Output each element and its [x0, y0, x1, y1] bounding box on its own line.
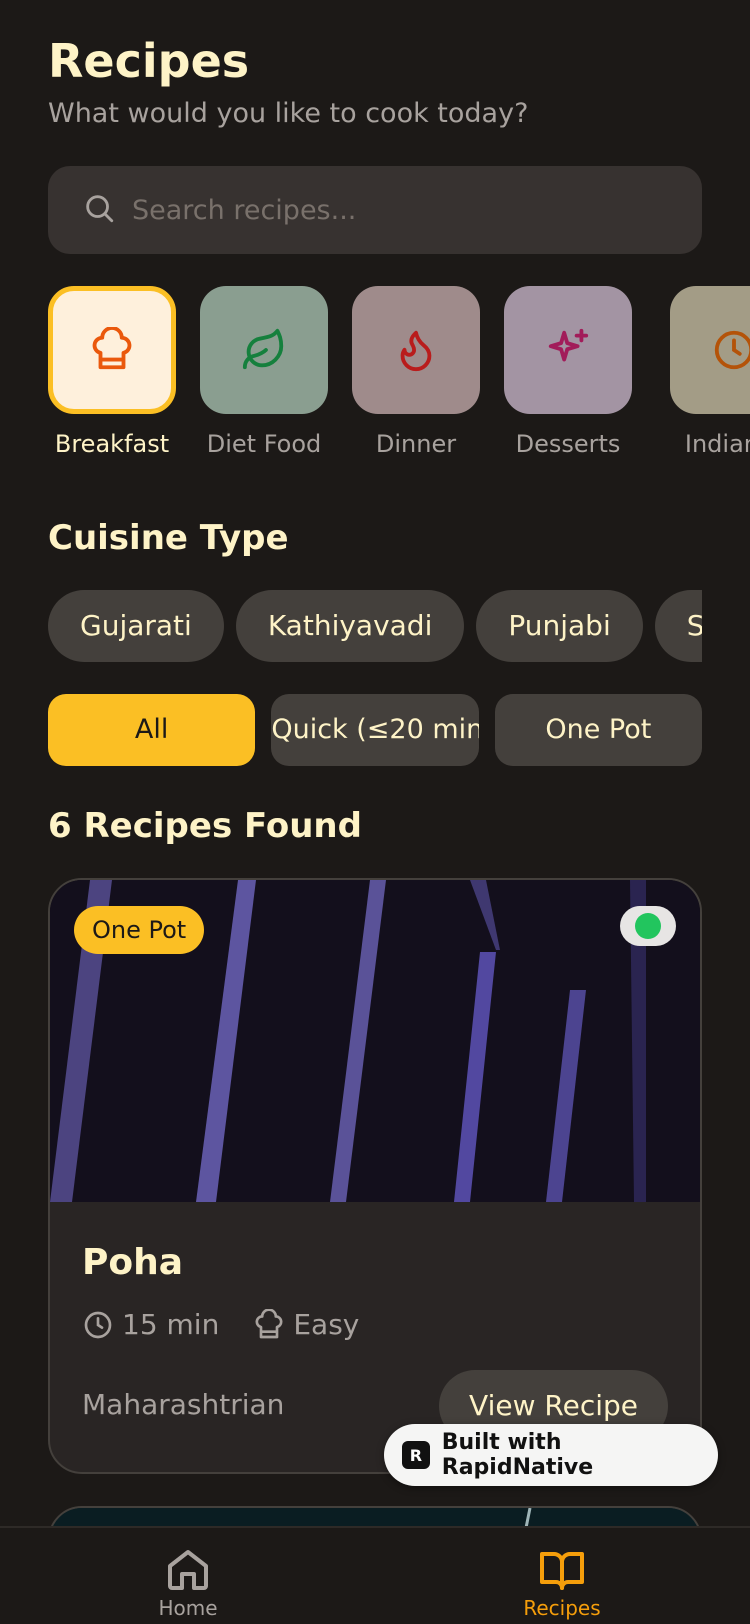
filter-tabs[interactable]: All Quick (≤20 min) One Pot — [48, 694, 702, 766]
category-tile[interactable] — [352, 286, 480, 414]
filter-quick[interactable]: Quick (≤20 min) — [271, 694, 479, 766]
clock-icon — [714, 330, 750, 370]
category-label: Breakfast — [54, 430, 170, 458]
search-bar[interactable] — [48, 166, 702, 254]
home-icon — [168, 1550, 208, 1590]
category-breakfast[interactable]: Breakfast — [48, 286, 176, 458]
built-with-badge[interactable]: R Built with RapidNative — [384, 1424, 718, 1486]
tab-home-label: Home — [158, 1596, 218, 1620]
category-label: Dinner — [375, 430, 457, 458]
filter-all[interactable]: All — [48, 694, 256, 766]
veg-indicator — [620, 906, 676, 946]
sparkles-icon — [548, 328, 589, 362]
cuisine-chip-kathiyavadi[interactable]: Kathiyavadi — [235, 590, 465, 662]
category-dinner[interactable]: Dinner — [352, 286, 480, 458]
category-tile[interactable] — [670, 286, 750, 414]
open-book-icon — [540, 1552, 584, 1590]
flame-icon — [400, 330, 432, 372]
category-indian[interactable]: Indian B — [670, 286, 750, 458]
built-with-label: Built with RapidNative — [441, 1430, 594, 1480]
rapidnative-logo-icon: R — [402, 1441, 430, 1469]
search-icon — [82, 191, 116, 229]
results-count: 6 Recipes Found — [48, 806, 362, 846]
leaf-icon — [242, 328, 284, 370]
tab-recipes-label: Recipes — [523, 1596, 601, 1620]
recipe-badge: One Pot — [74, 906, 205, 954]
category-diet-food[interactable]: Diet Food — [200, 286, 328, 458]
cuisine-chip-partial[interactable]: So — [654, 590, 702, 662]
category-label: Desserts — [515, 430, 621, 458]
veg-dot-icon — [635, 913, 661, 939]
category-label: Indian B — [684, 430, 750, 458]
search-input[interactable] — [132, 194, 652, 226]
recipe-card[interactable]: One Pot Poha 15 min Easy Maharashtrian V… — [48, 878, 702, 1474]
bottom-tab-bar: Home Recipes — [0, 1526, 750, 1624]
category-tile[interactable] — [48, 286, 176, 414]
page-subtitle: What would you like to cook today? — [48, 98, 529, 129]
tab-home[interactable]: Home — [108, 1546, 268, 1620]
cuisine-list[interactable]: GujaratiKathiyavadiPunjabiSo — [48, 590, 702, 662]
page-title: Recipes — [48, 34, 250, 88]
recipe-meta: 15 min Easy — [82, 1308, 359, 1341]
clock-icon — [84, 1311, 112, 1338]
category-desserts[interactable]: Desserts — [504, 286, 632, 458]
recipe-difficulty: Easy — [293, 1308, 360, 1341]
category-tile[interactable] — [504, 286, 632, 414]
recipe-cuisine: Maharashtrian — [82, 1388, 285, 1421]
cuisine-section-title: Cuisine Type — [48, 518, 289, 558]
recipe-image: One Pot — [50, 880, 700, 1202]
cuisine-chip-gujarati[interactable]: Gujarati — [48, 590, 224, 662]
category-tile[interactable] — [200, 286, 328, 414]
category-label: Diet Food — [206, 430, 322, 458]
tab-recipes[interactable]: Recipes — [482, 1546, 642, 1620]
category-list[interactable]: Breakfast Diet Food Dinner Desserts Indi… — [0, 286, 750, 466]
filter-one-pot[interactable]: One Pot — [494, 694, 702, 766]
chef-hat-icon — [92, 327, 132, 370]
recipe-time: 15 min — [122, 1308, 220, 1341]
chef-hat-icon — [255, 1308, 283, 1338]
cuisine-chip-punjabi[interactable]: Punjabi — [476, 590, 643, 662]
recipe-title: Poha — [82, 1242, 184, 1283]
